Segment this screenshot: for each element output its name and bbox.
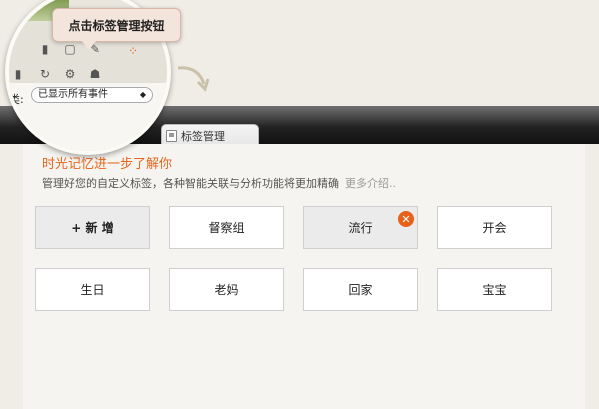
event-filter-select[interactable]: 已显示所有事件 ◆ xyxy=(31,87,153,103)
tab-tag-management[interactable]: 标签管理 xyxy=(161,124,259,146)
tag-manage-icon[interactable]: ☗ xyxy=(89,68,101,80)
tag-item[interactable]: 回家 xyxy=(303,268,418,311)
filter-label: 类: xyxy=(9,93,24,106)
tab-label: 标签管理 xyxy=(181,129,225,143)
apps-icon[interactable]: ⁘ xyxy=(127,45,139,57)
tag-icon xyxy=(166,129,177,142)
tag-item[interactable]: 开会 xyxy=(437,206,552,249)
tag-item[interactable]: 督察组 xyxy=(169,206,284,249)
pointer-arrow-icon xyxy=(177,66,210,92)
history-icon[interactable]: ↻ xyxy=(39,68,51,80)
tag-item[interactable]: 宝宝 xyxy=(437,268,552,311)
tooltip-callout: 点击标签管理按钮 xyxy=(52,8,181,42)
file-icon[interactable]: ▮ xyxy=(12,68,24,80)
calendar-icon[interactable]: ▢ xyxy=(64,43,76,55)
more-link[interactable]: 更多介绍.. xyxy=(345,177,396,190)
intro-desc: 管理好您的自定义标签，各种智能关联与分析功能将更加精确 更多介绍.. xyxy=(42,175,396,191)
add-tag-button[interactable]: + 新 增 xyxy=(35,206,150,249)
gear-icon[interactable]: ⚙ xyxy=(64,68,76,80)
intro-desc-text: 管理好您的自定义标签，各种智能关联与分析功能将更加精确 xyxy=(42,177,339,190)
callout-tip xyxy=(82,41,96,50)
event-filter-value: 已显示所有事件 xyxy=(38,89,108,100)
tag-item[interactable]: 老妈 xyxy=(169,268,284,311)
tag-item[interactable]: 生日 xyxy=(35,268,150,311)
document-icon[interactable]: ▮ xyxy=(39,43,51,55)
close-icon[interactable]: ✕ xyxy=(398,211,414,227)
intro-title: 时光记忆进一步了解你 xyxy=(42,157,173,172)
chevron-down-icon: ◆ xyxy=(139,90,146,99)
